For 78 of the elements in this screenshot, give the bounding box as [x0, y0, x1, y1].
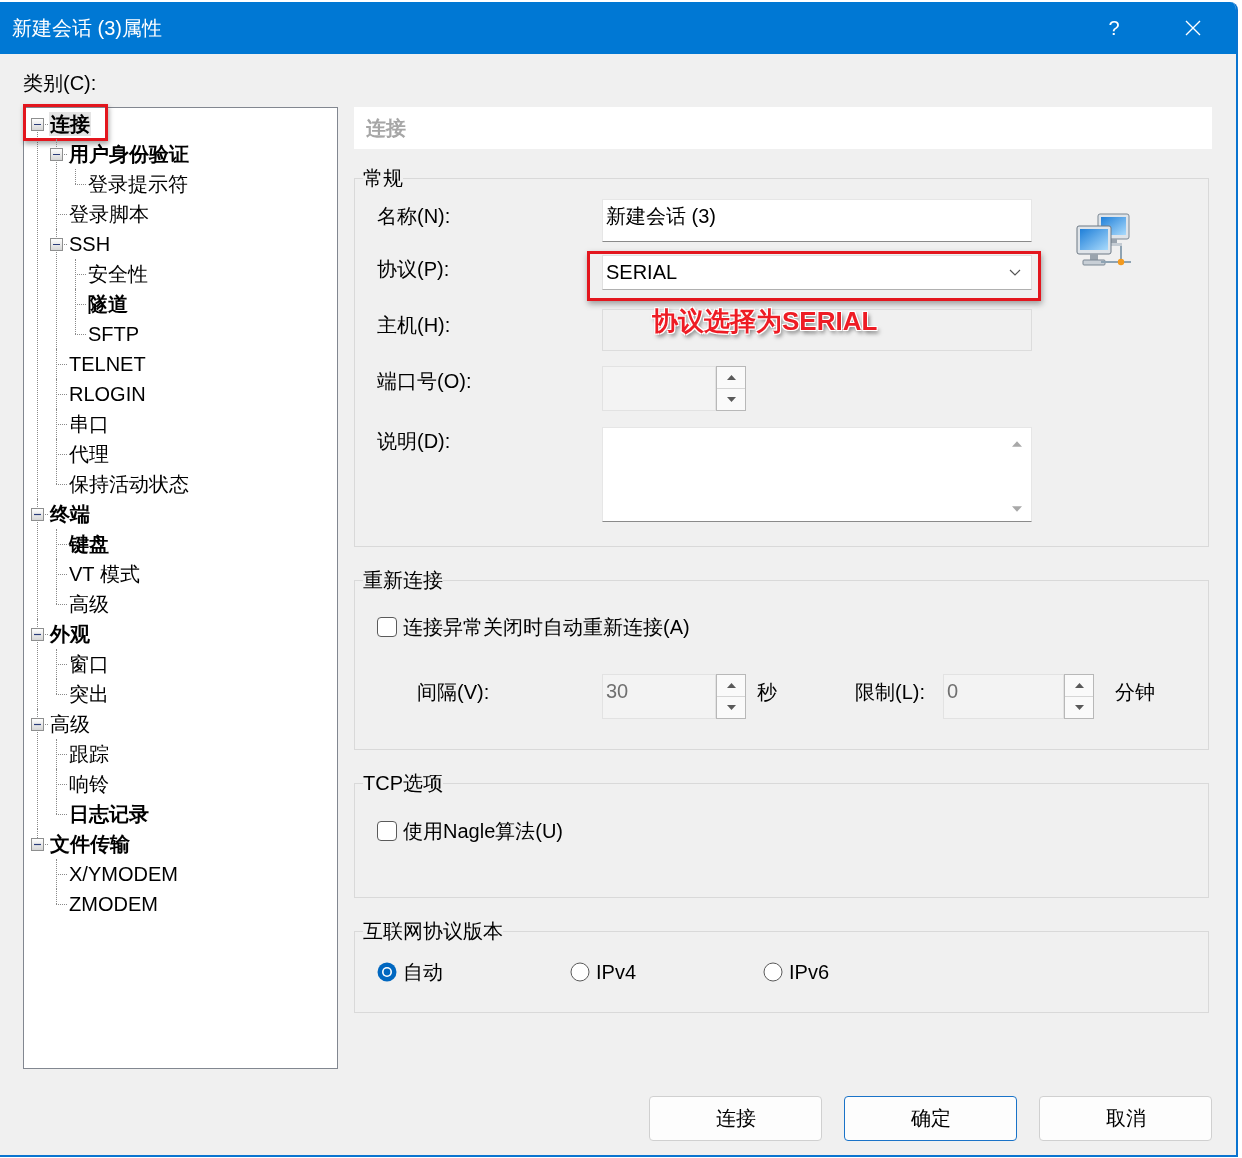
tree-item[interactable]: RLOGIN	[68, 382, 147, 406]
field-label: 协议(P):	[377, 257, 451, 281]
tree-item[interactable]: SSH	[68, 232, 112, 256]
dialog-button[interactable]: 取消	[1039, 1096, 1212, 1141]
field-label: 间隔(V):	[417, 680, 491, 704]
tree-item[interactable]: 隧道	[87, 292, 129, 316]
radio-label[interactable]: 自动	[403, 960, 443, 984]
tree-item[interactable]: 安全性	[87, 262, 149, 286]
tree-item[interactable]: 响铃	[68, 772, 110, 796]
protocol-select[interactable]: SERIAL	[602, 255, 1032, 290]
group-title: TCP选项	[363, 771, 443, 795]
dialog-title: 新建会话 (3)属性	[12, 15, 163, 41]
tree-item[interactable]: ZMODEM	[68, 892, 159, 916]
tree-item[interactable]: 窗口	[68, 652, 110, 676]
tree-item[interactable]: SFTP	[87, 322, 141, 346]
annotation-text: 协议选择为SERIAL	[652, 306, 878, 336]
radio-label[interactable]: IPv6	[789, 960, 830, 984]
tree-item[interactable]: 外观	[49, 622, 91, 646]
radio-selected[interactable]	[377, 962, 397, 982]
tree-item[interactable]: 文件传输	[49, 832, 131, 856]
collapse-icon[interactable]	[31, 508, 44, 521]
up-arrow-icon	[1074, 683, 1084, 688]
down-arrow-icon	[726, 705, 736, 710]
field-label: 主机(H):	[377, 313, 452, 337]
collapse-icon[interactable]	[50, 238, 63, 251]
scroll-down-icon	[1011, 506, 1022, 512]
name-field[interactable]: 新建会话 (3)	[602, 199, 1032, 242]
close-icon	[1185, 20, 1201, 36]
tree-item[interactable]: 跟踪	[68, 742, 110, 766]
tree-item[interactable]: 登录脚本	[68, 202, 150, 226]
checkbox[interactable]	[377, 821, 397, 841]
up-arrow-icon	[726, 683, 736, 688]
field-label: 说明(D):	[377, 429, 452, 453]
unit-label: 分钟	[1114, 680, 1156, 704]
tree-item[interactable]: X/YMODEM	[68, 862, 179, 886]
dialog-button[interactable]: 连接	[649, 1096, 822, 1141]
radio-label[interactable]: IPv4	[596, 960, 637, 984]
tree-item[interactable]: 代理	[68, 442, 110, 466]
down-arrow-icon	[1074, 705, 1084, 710]
chevron-down-icon	[1009, 269, 1021, 276]
tree-item[interactable]: TELNET	[68, 352, 147, 376]
field-label: 限制(L):	[855, 680, 926, 704]
down-arrow-icon	[726, 397, 736, 402]
tree-item[interactable]: 保持活动状态	[68, 472, 190, 496]
up-arrow-icon	[726, 375, 736, 380]
group-title: 互联网协议版本	[363, 919, 503, 943]
radio-button[interactable]	[570, 962, 590, 982]
group-title: 重新连接	[363, 568, 443, 592]
tree-item[interactable]: 串口	[68, 412, 110, 436]
radio-button[interactable]	[763, 962, 783, 982]
category-label: 类别(C):	[23, 71, 98, 96]
tree-item[interactable]: 高级	[49, 712, 91, 736]
description-field[interactable]	[602, 427, 1032, 522]
collapse-icon[interactable]	[50, 148, 63, 161]
collapse-icon[interactable]	[31, 838, 44, 851]
unit-label: 秒	[756, 680, 778, 704]
tree-item[interactable]: 突出	[68, 682, 110, 706]
help-button[interactable]: ?	[1091, 2, 1137, 54]
group-title: 常规	[363, 166, 403, 190]
field-label: 端口号(O):	[377, 369, 473, 393]
checkbox-label[interactable]: 使用Nagle算法(U)	[403, 819, 564, 843]
scroll-up-icon	[1011, 441, 1022, 447]
tree-item[interactable]: 连接	[49, 112, 91, 136]
collapse-icon[interactable]	[31, 118, 44, 131]
tree-item[interactable]: 登录提示符	[87, 172, 189, 196]
tree-item[interactable]: 日志记录	[68, 802, 150, 826]
section-header: 连接	[354, 107, 1212, 149]
checkbox-label[interactable]: 连接异常关闭时自动重新连接(A)	[403, 615, 690, 639]
tree-item[interactable]: 键盘	[68, 532, 110, 556]
checkbox[interactable]	[377, 617, 397, 637]
tree-item[interactable]: 用户身份验证	[68, 142, 190, 166]
tree-item[interactable]: VT 模式	[68, 562, 141, 586]
tree-item[interactable]: 高级	[68, 592, 110, 616]
collapse-icon[interactable]	[31, 718, 44, 731]
tree-item[interactable]: 终端	[49, 502, 91, 526]
dialog-button[interactable]: 确定	[844, 1096, 1017, 1141]
field-label: 名称(N):	[377, 204, 452, 228]
collapse-icon[interactable]	[31, 628, 44, 641]
